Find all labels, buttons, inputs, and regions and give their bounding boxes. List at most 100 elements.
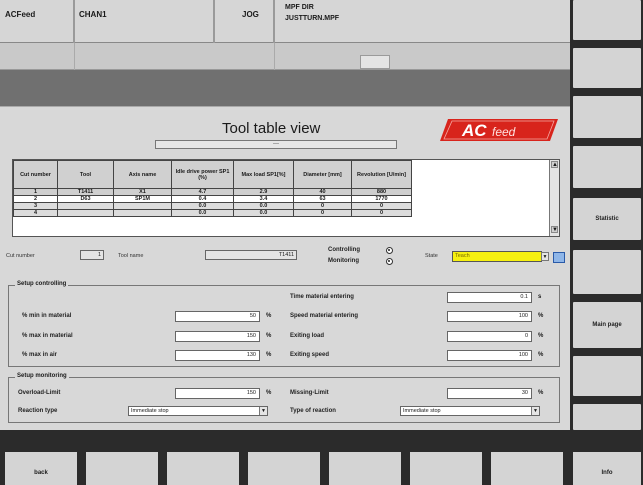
table-cell: [113, 202, 172, 210]
softkey-h6[interactable]: [410, 452, 482, 485]
exiting-load-field[interactable]: 0: [447, 331, 532, 342]
back-softkey[interactable]: back: [5, 452, 77, 485]
time-material-entering-label: Time material entering: [290, 294, 354, 300]
softkey-h5[interactable]: [329, 452, 401, 485]
softkey-v1[interactable]: [573, 0, 641, 40]
overload-limit-label: Overload-Limit: [18, 390, 61, 396]
controlling-label: Controlling: [328, 247, 360, 253]
speed-material-entering-label: Speed material entering: [290, 313, 359, 319]
exiting-speed-field[interactable]: 100: [447, 350, 532, 361]
table-cell: 4: [13, 209, 58, 217]
speed-material-entering-field[interactable]: 100: [447, 311, 532, 322]
table-cell: 0.0: [233, 202, 294, 210]
state-dropdown[interactable]: Teach: [452, 251, 542, 262]
tool-name-label: Tool name: [118, 253, 144, 259]
operating-mode: JOG: [242, 10, 259, 19]
statistic-softkey[interactable]: Statistic: [573, 198, 641, 240]
status-indicator: [360, 55, 390, 69]
scroll-up-icon[interactable]: ▲: [551, 161, 558, 168]
tool-selector-field[interactable]: ---: [155, 140, 397, 149]
alarm-line: [0, 70, 570, 106]
softkey-h3[interactable]: [167, 452, 239, 485]
type-of-reaction-dropdown[interactable]: Immediate stop ▼: [400, 406, 540, 416]
program-cell: MPF DIR JUSTTURN.MPF: [275, 0, 570, 43]
monitoring-radio[interactable]: [386, 258, 393, 265]
table-row[interactable]: 4 0.0 0.0 0 0: [13, 209, 550, 217]
table-cell: 0.0: [171, 209, 234, 217]
table-row[interactable]: 1 T1411 X1 4.7 2.9 40 880: [13, 188, 550, 196]
max-in-material-unit: %: [266, 333, 272, 339]
table-cell: 0.4: [171, 195, 234, 203]
min-in-material-field[interactable]: 50: [175, 311, 260, 322]
table-cell: 0.0: [233, 209, 294, 217]
type-of-reaction-value: Immediate stop: [403, 408, 441, 414]
subheader-cell: [0, 43, 75, 70]
subheader-cell: [75, 43, 275, 70]
scroll-down-icon[interactable]: ▼: [551, 226, 558, 233]
col-header-diameter: Diameter [mm]: [293, 160, 352, 189]
table-cell: 0.0: [171, 202, 234, 210]
table-row[interactable]: 2 D63 SP1M 0.4 3.4 63 1770: [13, 195, 550, 203]
table-cell: 2: [13, 195, 58, 203]
softkey-v3[interactable]: [573, 96, 641, 138]
chevron-down-icon[interactable]: ▼: [541, 252, 549, 261]
reaction-type-dropdown[interactable]: Immediate stop ▼: [128, 406, 268, 416]
max-in-air-unit: %: [266, 352, 272, 358]
channel-cell: CHAN1: [75, 0, 215, 43]
channel-name: CHAN1: [79, 10, 107, 19]
missing-limit-label: Missing-Limit: [290, 390, 329, 396]
program-file: JUSTTURN.MPF: [285, 15, 340, 22]
svg-text:feed: feed: [492, 125, 516, 139]
softkey-h4[interactable]: [248, 452, 320, 485]
table-cell: [57, 202, 114, 210]
state-info-icon[interactable]: [553, 252, 565, 263]
info-softkey[interactable]: Info: [573, 452, 641, 485]
table-cell: D63: [57, 195, 114, 203]
softkey-v9[interactable]: [573, 404, 641, 430]
chevron-down-icon[interactable]: ▼: [259, 407, 267, 415]
table-cell: [57, 209, 114, 217]
product-cell: ACFeed: [0, 0, 75, 43]
overload-limit-unit: %: [266, 390, 272, 396]
max-in-material-field[interactable]: 150: [175, 331, 260, 342]
tool-name-field[interactable]: T1411: [205, 250, 297, 260]
time-material-entering-unit: s: [538, 294, 542, 300]
softkey-v4[interactable]: [573, 146, 641, 188]
reaction-type-value: Immediate stop: [131, 408, 169, 414]
tool-table-panel: Tool table view AC feed --- Cut number T…: [0, 106, 570, 430]
cut-number-field[interactable]: 1: [80, 250, 104, 260]
time-material-entering-field[interactable]: 0.1: [447, 292, 532, 303]
softkey-v2[interactable]: [573, 48, 641, 88]
controlling-radio[interactable]: [386, 247, 393, 254]
speed-material-entering-unit: %: [538, 313, 544, 319]
reaction-type-label: Reaction type: [18, 408, 58, 414]
exiting-load-unit: %: [538, 333, 544, 339]
svg-text:AC: AC: [461, 121, 487, 140]
main-page-softkey[interactable]: Main page: [573, 302, 641, 348]
mode-cell: JOG: [215, 0, 275, 43]
softkey-h7[interactable]: [491, 452, 563, 485]
table-scrollbar[interactable]: ▲ ▼: [549, 160, 559, 236]
table-cell: T1411: [57, 188, 114, 196]
table-filler: [411, 188, 550, 196]
softkey-v6[interactable]: [573, 250, 641, 294]
monitoring-label: Monitoring: [328, 258, 359, 264]
horizontal-softkey-bar: back Info: [0, 430, 643, 485]
table-cell: 4.7: [171, 188, 234, 196]
type-of-reaction-label: Type of reaction: [290, 408, 336, 414]
max-in-air-field[interactable]: 130: [175, 350, 260, 361]
table-cell: 0: [351, 202, 412, 210]
col-header-tool: Tool: [57, 160, 114, 189]
max-in-material-label: % max in material: [22, 333, 73, 339]
setup-monitoring-title: Setup monitoring: [15, 373, 69, 379]
setup-controlling-title: Setup controlling: [15, 281, 69, 287]
softkey-v8[interactable]: [573, 356, 641, 396]
col-header-revolution: Revolution [U/min]: [351, 160, 412, 189]
chevron-down-icon[interactable]: ▼: [531, 407, 539, 415]
tool-table-grid: Cut number Tool Axis name Idle drive pow…: [13, 160, 550, 217]
softkey-h2[interactable]: [86, 452, 158, 485]
missing-limit-field[interactable]: 30: [447, 388, 532, 399]
table-row[interactable]: 3 0.0 0.0 0 0: [13, 202, 550, 210]
table-filler: [411, 160, 550, 189]
overload-limit-field[interactable]: 150: [175, 388, 260, 399]
